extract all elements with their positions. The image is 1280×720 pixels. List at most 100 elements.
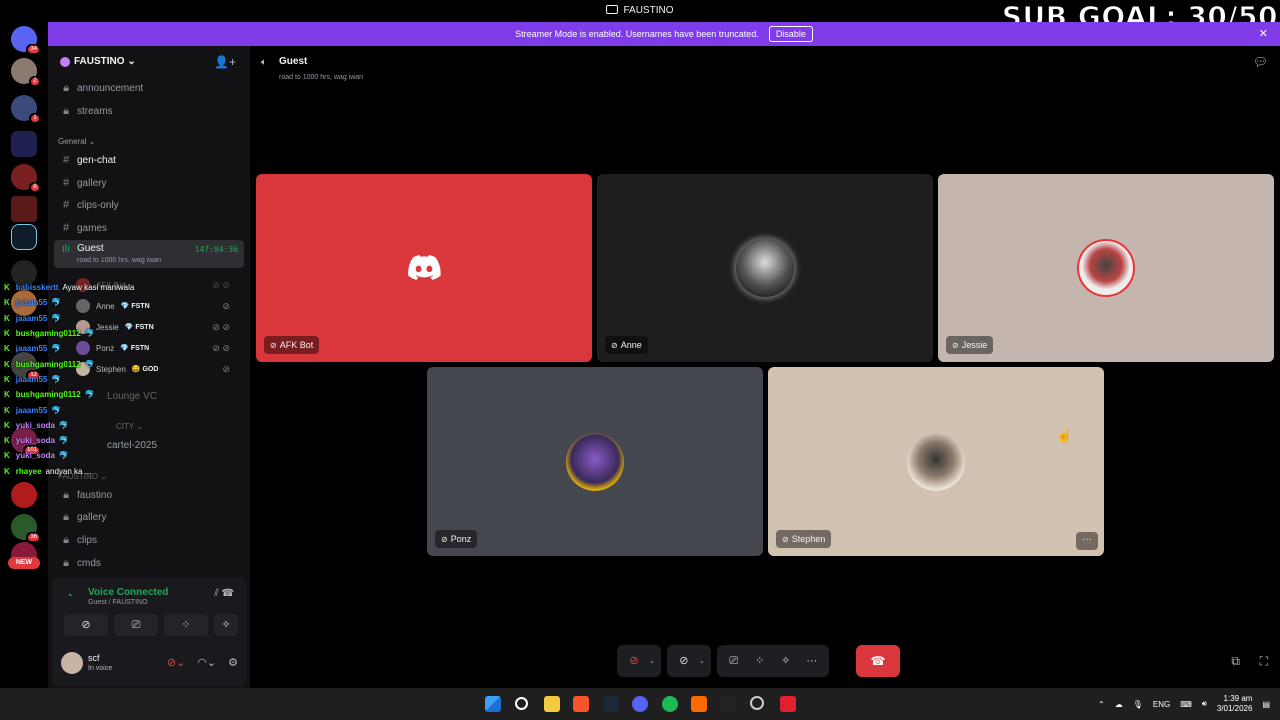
camera-off-icon[interactable]: ⊘ — [673, 650, 695, 672]
start-icon[interactable] — [485, 696, 501, 712]
more-icon[interactable]: ··· — [801, 650, 823, 672]
chat-text: 🐬 — [58, 436, 69, 446]
fullscreen-icon[interactable]: ⛶ — [1260, 654, 1268, 669]
chevron-down-icon[interactable]: ⌄ — [699, 657, 705, 665]
server-icon[interactable]: 8 — [11, 164, 41, 193]
mic-icon[interactable]: 🎙︎ — [1133, 700, 1143, 709]
search-icon[interactable] — [515, 697, 528, 710]
participant-tile[interactable]: ⊘ Anne — [597, 174, 933, 362]
direct-messages-icon[interactable]: 34 — [11, 26, 41, 55]
soundboard-button[interactable]: ✧ — [214, 614, 238, 636]
language-indicator[interactable]: ENG — [1153, 700, 1170, 709]
notification-icon[interactable]: ▤ — [1262, 700, 1270, 709]
voice-location[interactable]: Guest / FAUSTINO — [88, 599, 148, 606]
channel-games[interactable]: # games — [60, 218, 242, 238]
signal-icon[interactable]: ◔ — [66, 590, 73, 602]
voice-channel-guest[interactable]: ılı Guest 147:04:36 road to 1000 hrs, wa… — [54, 240, 244, 268]
voice-status[interactable]: Voice Connected — [88, 587, 168, 598]
avatar[interactable] — [61, 652, 83, 674]
spotify-icon[interactable] — [662, 696, 678, 712]
channel-label: streams — [77, 105, 113, 117]
terminal-icon[interactable] — [720, 696, 736, 712]
clock[interactable]: 1:39 am 3/01/2026 — [1217, 694, 1253, 714]
server-icon[interactable]: 1 — [11, 95, 41, 124]
streamer-mode-banner: Streamer Mode is enabled. Usernames have… — [48, 22, 1280, 46]
chat-message: Kyuki_soda 🐬 — [4, 418, 154, 433]
channel-clips-only[interactable]: # clips-only — [60, 195, 242, 215]
mic-muted-icon: ⊘ — [782, 534, 789, 544]
channel-label: faustino — [77, 489, 113, 501]
lock-icon: 🔒︎ — [63, 488, 69, 501]
channel-gallery-2[interactable]: 🔒︎ gallery — [60, 507, 242, 527]
channel-clips[interactable]: 🔒︎ clips — [60, 530, 242, 550]
chat-bubble-icon[interactable]: 💬︎ — [1253, 55, 1268, 69]
server-icon[interactable]: 2 — [11, 58, 41, 87]
user-name[interactable]: scf — [88, 653, 100, 663]
activities-icon[interactable]: ⁘ — [749, 650, 771, 672]
faustino-server-icon[interactable] — [11, 224, 37, 250]
camera-control[interactable]: ⊘ ⌄ — [666, 645, 711, 677]
discord-icon[interactable] — [632, 696, 648, 712]
participant-tile[interactable]: ⊘ Jessie — [938, 174, 1274, 362]
invite-icon[interactable]: 👤+ — [214, 55, 236, 69]
app-icon[interactable] — [691, 696, 707, 712]
server-header[interactable]: FAUSTINO ⌄ 👤+ — [48, 46, 250, 78]
server-icon[interactable]: 36 — [11, 514, 41, 543]
stream-chat-overlay: Kbabisskertt Ayaw kasi maniwala Kjaaam55 🐬 K… — [4, 280, 154, 479]
participant-label: ⊘ Anne — [605, 336, 648, 354]
participant-tile[interactable]: ⊘ Stephen ··· — [768, 367, 1104, 556]
mic-muted-icon[interactable]: ⊘ — [623, 650, 645, 672]
lock-icon: 🔒︎ — [63, 104, 69, 117]
kick-icon: K — [4, 329, 10, 339]
popout-icon[interactable]: ⧉ — [1231, 654, 1240, 669]
taskbar: ⌃ ☁ 🎙︎ ENG ⌨ 🔊︎ 1:39 am 3/01/2026 ▤ — [0, 688, 1280, 720]
chevron-down-icon[interactable]: ⌄ — [649, 657, 655, 665]
server-folder-icon[interactable] — [11, 131, 37, 157]
chat-username: bushgaming0112 — [15, 329, 81, 339]
screen-share-button[interactable]: ⎚ — [114, 614, 158, 636]
soundboard-icon[interactable]: ✧ — [775, 650, 797, 672]
channel-gen-chat[interactable]: # gen-chat — [60, 150, 242, 170]
mic-control[interactable]: ⊘ ⌄ — [617, 645, 661, 677]
network-icon[interactable]: ⌨ — [1180, 700, 1192, 709]
disable-streamer-mode-button[interactable]: Disable — [768, 26, 813, 42]
kick-icon: K — [4, 359, 10, 369]
channel-cmds[interactable]: 🔒︎ cmds — [60, 553, 242, 573]
window-title-text: FAUSTINO — [623, 5, 674, 16]
settings-gear-icon[interactable]: ⚙ — [228, 656, 238, 669]
brave-browser-icon[interactable] — [573, 696, 589, 712]
participant-tile[interactable]: ⊘ AFK Bot — [256, 174, 592, 362]
server-icon[interactable] — [11, 482, 37, 508]
obs-icon[interactable] — [750, 696, 764, 710]
chat-message: Kbushgaming0112 🐬 — [4, 326, 154, 341]
system-tray: ⌃ ☁ 🎙︎ ENG ⌨ 🔊︎ 1:39 am 3/01/2026 ▤ — [1098, 694, 1270, 714]
participant-label: ⊘ Ponz — [435, 530, 478, 548]
cloud-icon[interactable]: ☁ — [1115, 700, 1123, 709]
headphones-icon[interactable]: ◠⌄ — [197, 656, 216, 669]
mic-muted-icon[interactable]: ⊘⌄ — [167, 656, 185, 669]
channel-streams[interactable]: 🔒︎ streams — [60, 101, 242, 121]
close-icon[interactable]: ✕ — [1259, 27, 1268, 40]
noise-suppression-icon[interactable]: ⫽ ☎ — [214, 588, 234, 599]
disconnect-button[interactable]: ☎ — [856, 645, 900, 677]
channel-announcement[interactable]: 🔒︎ announcement — [60, 78, 242, 98]
kick-icon: K — [4, 420, 10, 430]
volume-icon[interactable]: 🔊︎ — [1202, 699, 1207, 709]
avatar — [907, 432, 965, 491]
category-general[interactable]: General ⌄ — [58, 137, 95, 146]
participant-tile[interactable]: ⊘ Ponz — [427, 367, 763, 556]
more-options-icon[interactable]: ··· — [1076, 532, 1098, 550]
screen-share-icon[interactable]: ⎚ — [723, 650, 745, 672]
file-explorer-icon[interactable] — [544, 696, 560, 712]
channel-faustino[interactable]: 🔒︎ faustino — [60, 485, 242, 505]
steam-icon[interactable] — [603, 696, 619, 712]
activities-button[interactable]: ⁘ — [164, 614, 208, 636]
lock-icon: 🔒︎ — [63, 556, 69, 569]
new-badge: NEW — [8, 557, 40, 569]
channel-gallery[interactable]: # gallery — [60, 173, 242, 193]
chevron-up-icon[interactable]: ⌃ — [1098, 700, 1105, 709]
kick-icon: K — [4, 298, 10, 308]
server-icon[interactable] — [11, 196, 37, 222]
app-icon[interactable] — [780, 696, 796, 712]
camera-off-button[interactable]: ⊘ — [64, 614, 108, 636]
